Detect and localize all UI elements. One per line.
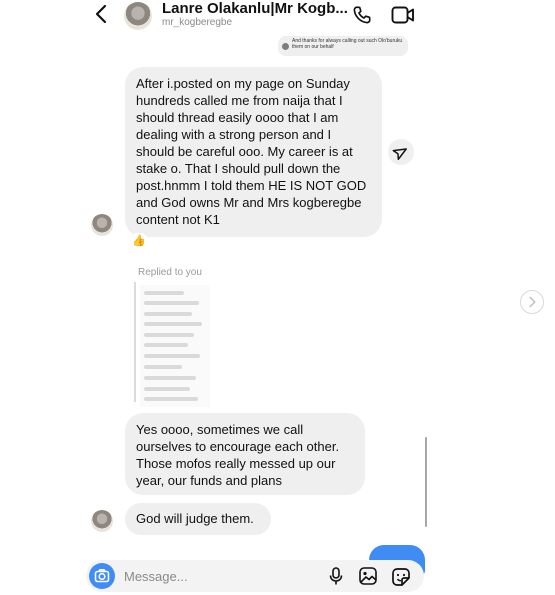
small-avatar: [282, 43, 289, 50]
share-icon[interactable]: [388, 139, 414, 165]
reply-divider: [134, 282, 136, 402]
message-bubble[interactable]: Yes oooo, sometimes we call ourselves to…: [125, 413, 365, 495]
call-icon[interactable]: [351, 4, 373, 26]
camera-button[interactable]: [89, 563, 115, 589]
replied-label: Replied to you: [138, 267, 202, 278]
message-text: God will judge them.: [136, 511, 254, 526]
contact-username: mr_kogberegbe: [162, 17, 233, 28]
gallery-icon[interactable]: [358, 566, 378, 586]
chat-window: Lanre Olakanlu|Mr Kogb... mr_kogberegbe …: [78, 0, 440, 595]
contact-name[interactable]: Lanre Olakanlu|Mr Kogb...: [162, 0, 372, 17]
previous-message-text: And thanks for always calling out such O…: [292, 38, 403, 50]
mic-icon[interactable]: [326, 566, 346, 586]
sender-avatar[interactable]: [91, 214, 113, 236]
message-input[interactable]: [124, 565, 304, 587]
back-icon[interactable]: [92, 3, 112, 25]
previous-message-bubble[interactable]: And thanks for always calling out such O…: [278, 36, 408, 56]
avatar[interactable]: [124, 2, 152, 30]
message-text: Yes oooo, sometimes we call ourselves to…: [136, 422, 340, 488]
reaction-badge[interactable]: 👍: [130, 233, 148, 248]
message-composer: [86, 560, 424, 592]
message-bubble[interactable]: After i.posted on my page on Sunday hund…: [125, 67, 382, 237]
message-text: After i.posted on my page on Sunday hund…: [136, 76, 367, 227]
scrollbar[interactable]: [425, 437, 427, 527]
sender-avatar[interactable]: [91, 510, 113, 532]
video-icon[interactable]: [391, 5, 415, 25]
replied-screenshot-thumbnail[interactable]: [140, 285, 210, 407]
sticker-icon[interactable]: [390, 566, 412, 588]
chat-header: Lanre Olakanlu|Mr Kogb... mr_kogberegbe: [78, 0, 440, 34]
next-icon[interactable]: [520, 290, 544, 314]
camera-icon: [94, 569, 110, 583]
message-bubble[interactable]: God will judge them.: [125, 503, 271, 535]
